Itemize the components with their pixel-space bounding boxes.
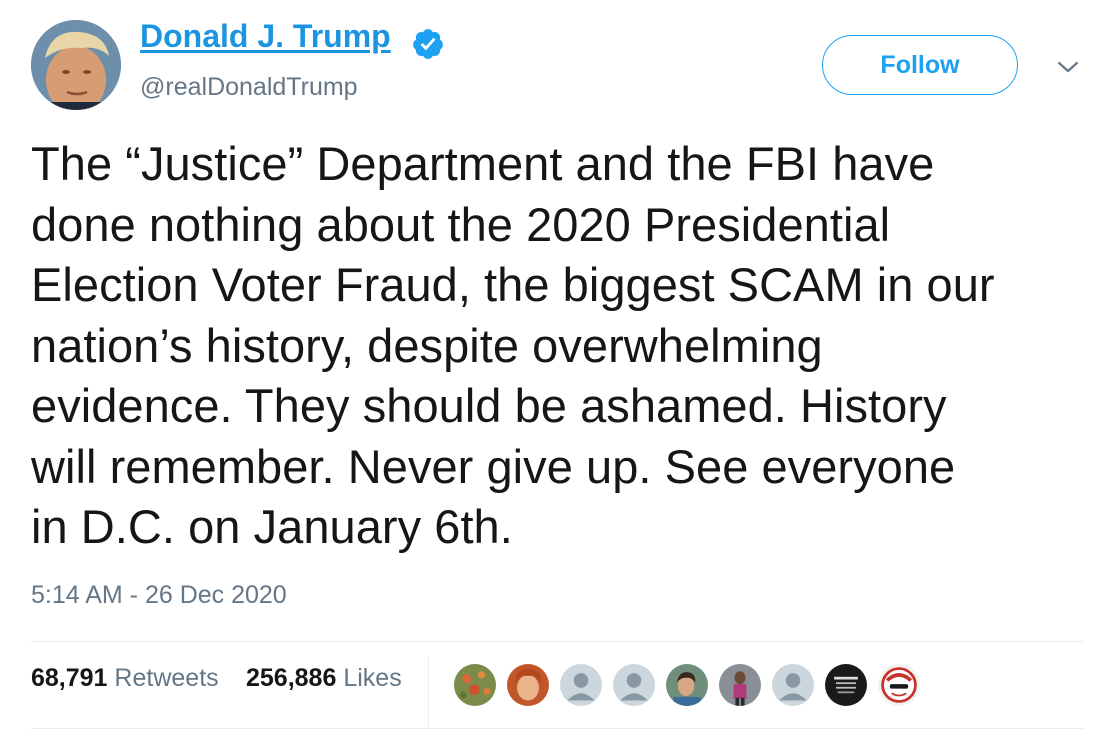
chevron-down-icon[interactable] [1055,54,1081,80]
likes-stat[interactable]: 256,886 Likes [246,664,402,693]
retweets-label: Retweets [114,664,219,692]
retweets-stat[interactable]: 68,791 Retweets [31,664,219,693]
avatar-portrait [31,20,121,110]
liker-avatar[interactable] [558,662,604,708]
likes-label: Likes [343,664,402,692]
liker-avatar[interactable] [452,662,498,708]
liker-avatar[interactable] [876,662,922,708]
author-avatar[interactable] [31,20,121,110]
liker-avatar[interactable] [611,662,657,708]
verified-badge-icon [413,29,443,59]
follow-button[interactable]: Follow [822,35,1018,95]
likes-count: 256,886 [246,664,337,692]
author-handle[interactable]: @realDonaldTrump [140,73,358,102]
tweet-timestamp[interactable]: 5:14 AM - 26 Dec 2020 [31,581,287,610]
stats-divider-bottom [31,728,1083,729]
liker-avatar[interactable] [505,662,551,708]
retweets-count: 68,791 [31,664,108,692]
author-display-name[interactable]: Donald J. Trump [140,18,391,55]
liker-avatar[interactable] [717,662,763,708]
liker-avatar[interactable] [664,662,710,708]
stats-vertical-divider [428,657,429,728]
tweet-card: Donald J. Trump @realDonaldTrump Follow … [0,0,1114,737]
liker-avatar[interactable] [770,662,816,708]
stats-divider-top [31,641,1083,642]
liker-avatar[interactable] [823,662,869,708]
tweet-text: The “Justice” Department and the FBI hav… [31,137,995,553]
